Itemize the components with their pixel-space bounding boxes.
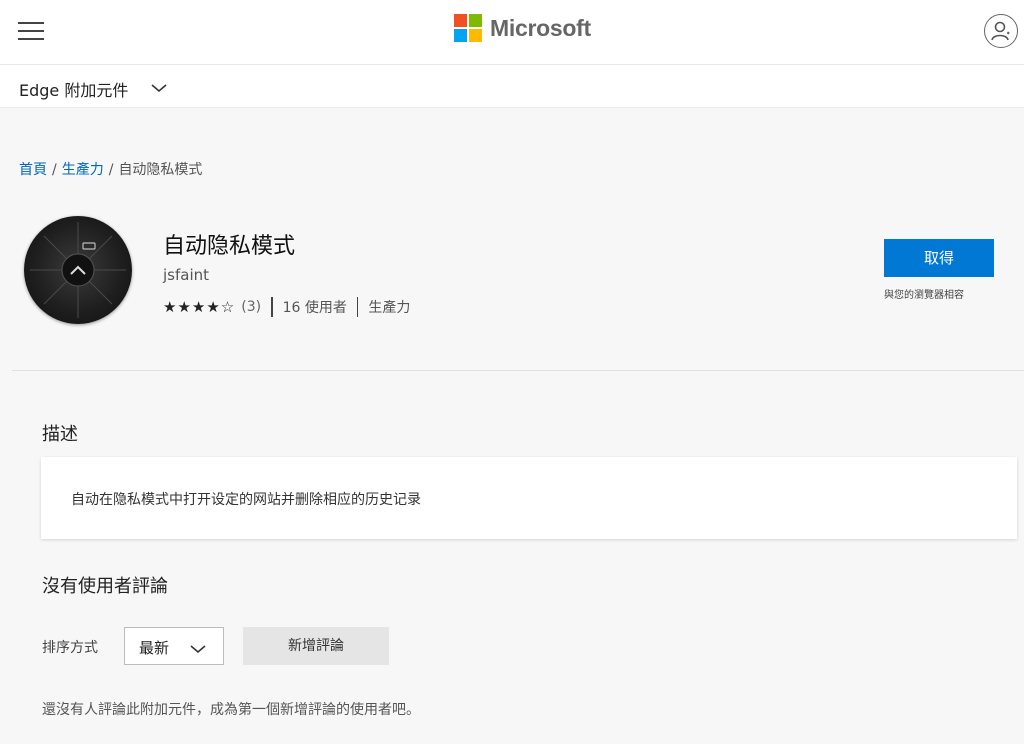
breadcrumb-category-link[interactable]: 生產力 (62, 162, 104, 178)
brand-name: Microsoft (490, 14, 591, 41)
description-text: 自动在隐私模式中打开设定的网站并删除相应的历史记录 (71, 492, 421, 508)
sub-navigation: Edge 附加元件 (0, 65, 1024, 108)
meta-divider (271, 297, 273, 317)
microsoft-logo-icon (454, 14, 482, 42)
breadcrumb-separator: / (108, 162, 114, 178)
extension-logo-icon (24, 216, 132, 324)
add-review-button[interactable]: 新增評論 (243, 627, 389, 665)
chevron-down-icon[interactable] (150, 79, 168, 98)
hamburger-icon[interactable] (18, 22, 44, 42)
reviews-heading: 沒有使用者評論 (42, 576, 168, 597)
sort-value: 最新 (139, 639, 170, 657)
account-icon[interactable] (984, 14, 1018, 48)
microsoft-logo[interactable]: Microsoft (454, 14, 591, 42)
breadcrumb-home-link[interactable]: 首頁 (19, 162, 47, 178)
extension-author[interactable]: jsfaint (163, 266, 209, 284)
breadcrumb-separator: / (52, 162, 57, 178)
description-card: 自动在隐私模式中打开设定的网站并删除相应的历史记录 (41, 457, 1017, 539)
get-button[interactable]: 取得 (884, 239, 994, 277)
compatibility-note: 與您的瀏覽器相容 (884, 290, 964, 301)
user-count: 16 使用者 (282, 300, 347, 316)
breadcrumb: 首頁 / 生產力 / 自动隐私模式 (19, 159, 202, 179)
meta-divider (356, 297, 359, 317)
section-divider (12, 370, 1024, 371)
edge-addons-menu[interactable]: Edge 附加元件 (19, 77, 128, 101)
sort-label: 排序方式 (42, 640, 98, 656)
rating-stars-icon: ★★★★☆ (163, 298, 236, 316)
sort-dropdown[interactable]: 最新 (124, 627, 224, 665)
extension-meta: ★★★★☆ (3) 16 使用者 生產力 (163, 296, 410, 318)
extension-title: 自动隐私模式 (163, 234, 296, 259)
category-label[interactable]: 生產力 (368, 297, 410, 317)
rating-count[interactable]: (3) (241, 299, 261, 315)
breadcrumb-current: 自动隐私模式 (118, 162, 203, 178)
top-header: Microsoft (0, 0, 1024, 65)
no-reviews-text: 還沒有人評論此附加元件，成為第一個新增評論的使用者吧。 (42, 702, 420, 718)
chevron-down-icon (189, 640, 207, 659)
description-heading: 描述 (42, 424, 78, 445)
